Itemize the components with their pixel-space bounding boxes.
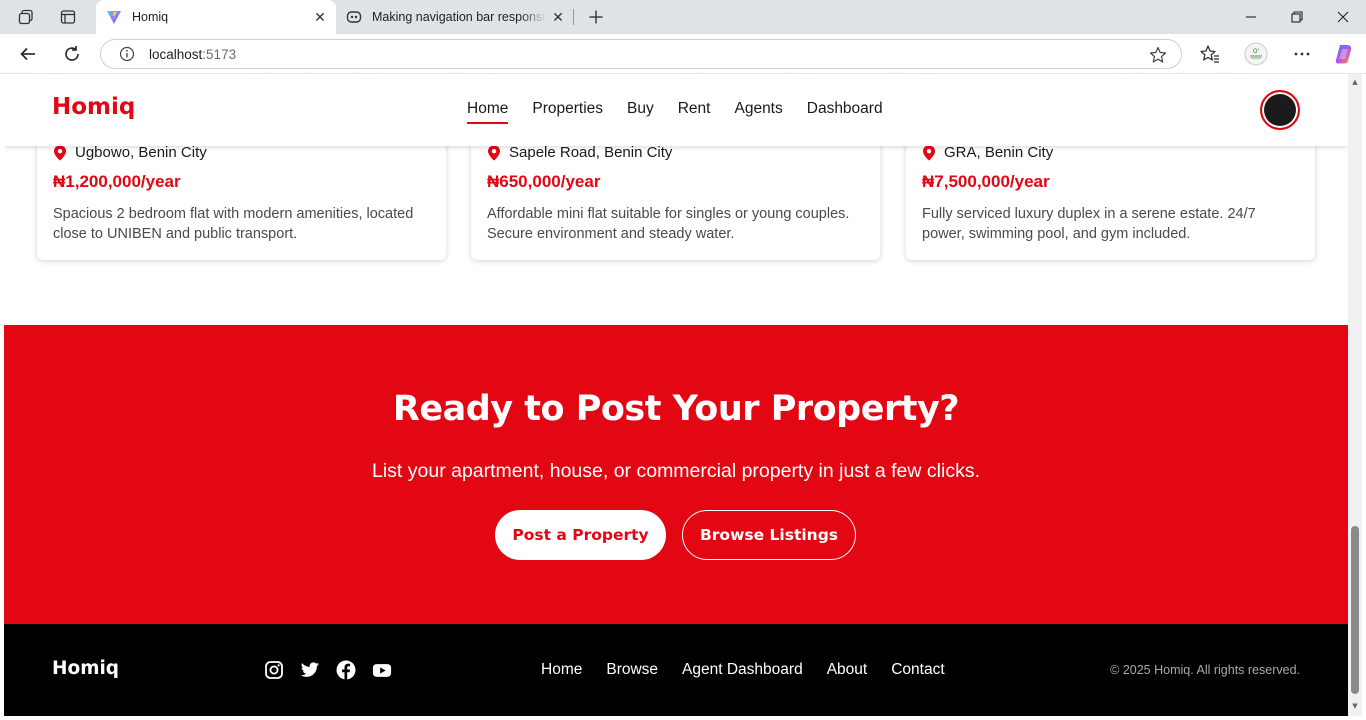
- nav-link-properties[interactable]: Properties: [532, 100, 603, 124]
- property-price: ₦7,500,000/year: [922, 172, 1050, 191]
- vite-icon: [106, 9, 122, 25]
- url-port: :5173: [202, 46, 237, 62]
- nav-link-dashboard[interactable]: Dashboard: [807, 100, 883, 124]
- location-text: Sapele Road, Benin City: [509, 144, 673, 161]
- copyright-text: © 2025 Homiq. All rights reserved.: [1110, 663, 1300, 677]
- location-text: GRA, Benin City: [944, 144, 1054, 161]
- copilot-icon: [346, 9, 362, 25]
- url-host: localhost: [149, 46, 203, 62]
- property-description: Affordable mini flat suitable for single…: [487, 206, 850, 242]
- browser-toolbar: localhost:5173 O': [0, 34, 1366, 74]
- browser-tab-bar: Homiq ✕ Making navigation bar responsive…: [0, 0, 1366, 34]
- nav-link-rent[interactable]: Rent: [678, 100, 711, 124]
- cta-section: Ready to Post Your Property? List your a…: [4, 325, 1348, 624]
- site-info-icon[interactable]: [118, 45, 136, 63]
- back-icon[interactable]: [14, 40, 42, 68]
- property-location: Ugbowo, Benin City: [53, 144, 207, 161]
- footer-link-browse[interactable]: Browse: [606, 661, 658, 679]
- location-pin-icon: [53, 145, 67, 161]
- youtube-icon[interactable]: [372, 660, 392, 680]
- instagram-icon[interactable]: [264, 660, 284, 680]
- footer-link-contact[interactable]: Contact: [891, 661, 944, 679]
- facebook-icon[interactable]: [336, 660, 356, 680]
- svg-text:O': O': [1253, 48, 1260, 55]
- user-avatar[interactable]: [1260, 90, 1300, 130]
- property-location: GRA, Benin City: [922, 144, 1053, 161]
- property-description: Fully serviced luxury duplex in a serene…: [922, 206, 1256, 242]
- footer-logo[interactable]: Homiq: [52, 658, 119, 679]
- tab-separator: [573, 9, 574, 25]
- page-scrollbar[interactable]: ▲ ▼: [1348, 74, 1362, 716]
- cta-subtext: List your apartment, house, or commercia…: [372, 460, 980, 482]
- location-pin-icon: [487, 145, 501, 161]
- minimize-icon[interactable]: [1228, 0, 1274, 34]
- more-options-icon[interactable]: [1288, 40, 1316, 68]
- property-price: ₦650,000/year: [487, 172, 601, 191]
- nav-link-agents[interactable]: Agents: [734, 100, 782, 124]
- close-window-icon[interactable]: [1320, 0, 1366, 34]
- site-footer: Homiq Home Browse Agent Dashboard About …: [4, 624, 1348, 716]
- location-text: Ugbowo, Benin City: [75, 144, 207, 161]
- twitter-icon[interactable]: [300, 660, 320, 680]
- address-bar[interactable]: localhost:5173: [100, 39, 1182, 69]
- scroll-down-icon[interactable]: ▼: [1351, 702, 1359, 710]
- nav-link-home[interactable]: Home: [467, 100, 509, 124]
- vertical-tabs-icon[interactable]: [56, 6, 80, 28]
- page-viewport: Ugbowo, Benin City ₦1,200,000/year Spaci…: [4, 74, 1348, 716]
- nav-links: Home Properties Buy Rent Agents Dashboar…: [467, 100, 883, 124]
- footer-links: Home Browse Agent Dashboard About Contac…: [541, 661, 945, 679]
- property-description: Spacious 2 bedroom flat with modern amen…: [53, 206, 414, 242]
- new-tab-icon[interactable]: [584, 5, 608, 29]
- nav-link-buy[interactable]: Buy: [627, 100, 654, 124]
- tab-title: Homiq: [132, 10, 169, 24]
- social-links: [264, 660, 392, 680]
- tab-close-icon[interactable]: ✕: [308, 5, 332, 29]
- property-price: ₦1,200,000/year: [53, 172, 181, 191]
- scroll-up-icon[interactable]: ▲: [1351, 78, 1359, 86]
- cta-heading: Ready to Post Your Property?: [392, 389, 960, 429]
- restore-icon[interactable]: [1274, 0, 1320, 34]
- site-logo[interactable]: Homiq: [52, 94, 135, 120]
- tab-title: Making navigation bar responsive: [372, 10, 546, 24]
- footer-link-agent-dashboard[interactable]: Agent Dashboard: [682, 661, 803, 679]
- post-property-button[interactable]: Post a Property: [495, 510, 666, 560]
- footer-link-home[interactable]: Home: [541, 661, 582, 679]
- property-location: Sapele Road, Benin City: [487, 144, 672, 161]
- site-navbar: Homiq Home Properties Buy Rent Agents Da…: [4, 74, 1348, 146]
- location-pin-icon: [922, 145, 936, 161]
- scrollbar-thumb[interactable]: [1351, 526, 1359, 694]
- favorites-icon[interactable]: [1196, 40, 1224, 68]
- url-text: localhost:5173: [149, 47, 236, 62]
- favorite-star-icon[interactable]: [1149, 46, 1167, 64]
- tab-homiq[interactable]: Homiq ✕: [96, 0, 336, 34]
- footer-link-about[interactable]: About: [827, 661, 868, 679]
- copilot-icon[interactable]: [1330, 40, 1358, 68]
- tab-close-icon[interactable]: ✕: [546, 5, 570, 29]
- workspaces-icon[interactable]: [14, 6, 38, 28]
- refresh-icon[interactable]: [58, 40, 86, 68]
- profile-icon[interactable]: O': [1242, 40, 1270, 68]
- tab-making-navigation[interactable]: Making navigation bar responsive ✕: [336, 0, 574, 34]
- browse-listings-button[interactable]: Browse Listings: [682, 510, 856, 560]
